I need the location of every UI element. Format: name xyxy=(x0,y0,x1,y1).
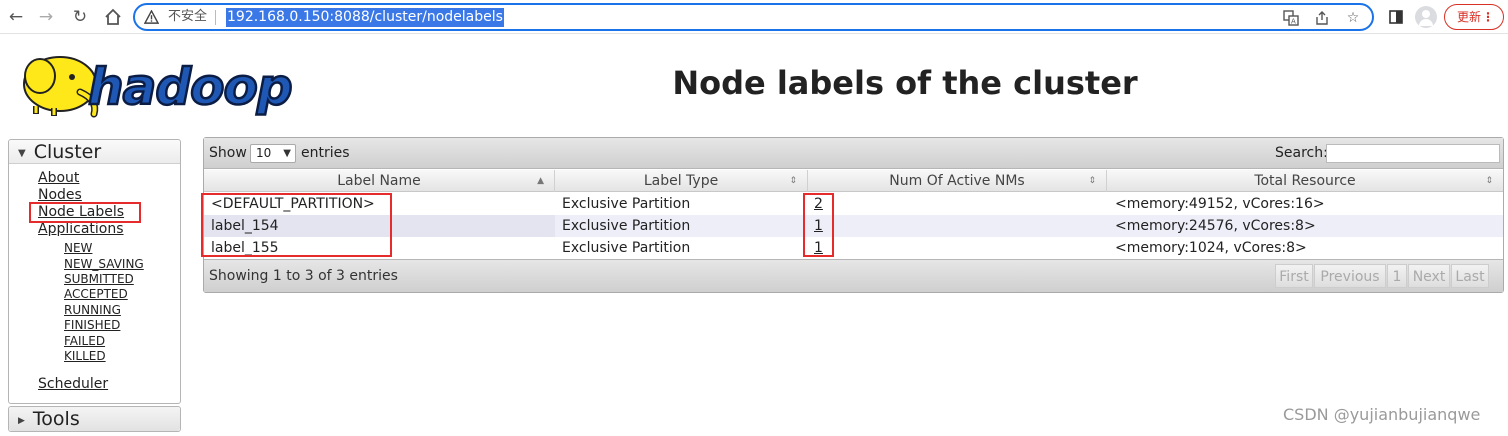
show-label: Show xyxy=(209,145,247,161)
col-total-resource[interactable]: Total Resource ⇕ xyxy=(1107,170,1503,192)
table-header: Label Name ▲ Label Type ⇕ Num Of Active … xyxy=(204,170,1503,192)
cell-active-nms: 1 xyxy=(814,215,823,237)
table-toolbar: Show 10 ▼ entries Search: xyxy=(204,138,1503,169)
watermark: CSDN @yujianbujianqwe xyxy=(1283,405,1481,424)
cell-active-nms: 2 xyxy=(814,193,823,215)
cell-total-resource: <memory:24576, vCores:8> xyxy=(1115,218,1316,234)
nav-about[interactable]: About xyxy=(38,170,79,187)
col-total-resource-text: Total Resource xyxy=(1254,173,1356,189)
table-row: <DEFAULT_PARTITION> Exclusive Partition … xyxy=(204,193,1503,215)
table-row: label_155 Exclusive Partition 1 <memory:… xyxy=(204,237,1503,259)
nav-app-new-saving[interactable]: NEW_SAVING xyxy=(64,257,144,272)
active-nms-link[interactable]: 1 xyxy=(814,240,823,256)
share-icon[interactable] xyxy=(1312,8,1332,28)
table-footer: Showing 1 to 3 of 3 entries First Previo… xyxy=(204,259,1503,292)
profile-avatar[interactable] xyxy=(1415,6,1437,28)
divider xyxy=(215,10,216,25)
update-button[interactable]: 更新 ⋮ xyxy=(1444,4,1504,30)
tools-nav: ▶ Tools xyxy=(8,406,181,432)
page-title: Node labels of the cluster xyxy=(672,64,1138,102)
pager-page[interactable]: 1 xyxy=(1387,264,1407,288)
col-active-nms-text: Num Of Active NMs xyxy=(889,173,1025,189)
col-label-name[interactable]: Label Name ▲ xyxy=(204,170,555,192)
sort-both-icon: ⇕ xyxy=(1485,176,1493,186)
update-label: 更新 xyxy=(1457,10,1482,24)
pager-next[interactable]: Next xyxy=(1408,264,1450,288)
cluster-heading[interactable]: ▼ Cluster xyxy=(9,140,180,164)
logo-wordmark: hadoop xyxy=(88,58,292,116)
active-nms-link[interactable]: 1 xyxy=(814,218,823,234)
collapsed-triangle-icon: ▶ xyxy=(18,416,25,426)
warning-icon[interactable] xyxy=(144,10,159,25)
nav-nodes[interactable]: Nodes xyxy=(38,187,82,204)
page-size-value: 10 xyxy=(256,146,272,160)
cell-label-type: Exclusive Partition xyxy=(562,240,691,256)
cell-label-name: label_154 xyxy=(204,215,555,237)
nav-app-new[interactable]: NEW xyxy=(64,241,92,256)
nav-applications[interactable]: Applications xyxy=(38,221,124,238)
pager-previous[interactable]: Previous xyxy=(1314,264,1386,288)
chevron-down-icon: ▼ xyxy=(283,148,291,159)
reload-icon[interactable]: ↻ xyxy=(67,4,93,30)
table-info: Showing 1 to 3 of 3 entries xyxy=(209,268,398,284)
nav-app-killed[interactable]: KILLED xyxy=(64,349,106,364)
nav-app-finished[interactable]: FINISHED xyxy=(64,318,120,333)
forward-arrow-icon[interactable]: → xyxy=(33,4,59,30)
cluster-heading-label: Cluster xyxy=(33,141,102,163)
pager-last[interactable]: Last xyxy=(1451,264,1489,288)
home-icon[interactable] xyxy=(100,4,126,30)
nav-node-labels[interactable]: Node Labels xyxy=(38,204,124,221)
more-icon: ⋮ xyxy=(1482,10,1494,24)
tools-heading-label: Tools xyxy=(32,408,80,430)
search-input[interactable] xyxy=(1326,144,1500,163)
sort-both-icon: ⇕ xyxy=(789,176,797,186)
node-labels-table: Show 10 ▼ entries Search: Label Name ▲ L… xyxy=(203,137,1504,293)
url-text[interactable]: 192.168.0.150:8088/cluster/nodelabels xyxy=(226,8,504,27)
entries-label: entries xyxy=(301,145,350,161)
cluster-nav: ▼ Cluster About Nodes Node Labels Applica… xyxy=(8,139,181,404)
back-arrow-icon[interactable]: ← xyxy=(3,4,29,30)
pager-first[interactable]: First xyxy=(1275,264,1313,288)
nav-app-accepted[interactable]: ACCEPTED xyxy=(64,287,128,302)
nav-app-failed[interactable]: FAILED xyxy=(64,334,105,349)
tools-heading[interactable]: ▶ Tools xyxy=(9,407,180,431)
nav-scheduler[interactable]: Scheduler xyxy=(38,376,108,393)
expand-triangle-icon: ▼ xyxy=(18,148,26,159)
sort-both-icon: ⇕ xyxy=(1088,176,1096,186)
insecure-label: 不安全 xyxy=(168,9,208,24)
cell-total-resource: <memory:49152, vCores:16> xyxy=(1115,196,1325,212)
nav-app-running[interactable]: RUNNING xyxy=(64,303,121,318)
cell-label-type: Exclusive Partition xyxy=(562,196,691,212)
col-active-nms[interactable]: Num Of Active NMs ⇕ xyxy=(808,170,1107,192)
sort-asc-icon: ▲ xyxy=(537,176,544,186)
star-icon[interactable]: ☆ xyxy=(1343,8,1363,28)
col-label-name-text: Label Name xyxy=(337,173,421,189)
page-size-select[interactable]: 10 ▼ xyxy=(250,144,296,163)
active-nms-link[interactable]: 2 xyxy=(814,196,823,212)
cell-label-type: Exclusive Partition xyxy=(562,218,691,234)
cell-total-resource: <memory:1024, vCores:8> xyxy=(1115,240,1307,256)
nav-app-submitted[interactable]: SUBMITTED xyxy=(64,272,134,287)
translate-icon[interactable]: A xyxy=(1281,8,1301,28)
svg-text:A: A xyxy=(1291,18,1296,26)
cell-label-name: <DEFAULT_PARTITION> xyxy=(211,196,375,212)
cell-label-name: label_155 xyxy=(211,240,279,256)
sidepanel-icon[interactable] xyxy=(1383,4,1409,30)
browser-toolbar: ← → ↻ 不安全 192.168.0.150:8088/cluster/nod… xyxy=(0,0,1508,34)
table-row: label_154 Exclusive Partition 1 <memory:… xyxy=(204,215,1503,237)
col-label-type-text: Label Type xyxy=(643,173,719,189)
address-bar[interactable]: 不安全 192.168.0.150:8088/cluster/nodelabel… xyxy=(133,3,1374,31)
hadoop-logo: hadoop xyxy=(10,42,308,120)
col-label-type[interactable]: Label Type ⇕ xyxy=(555,170,808,192)
cell-active-nms: 1 xyxy=(814,237,823,259)
search-label: Search: xyxy=(1275,145,1328,161)
